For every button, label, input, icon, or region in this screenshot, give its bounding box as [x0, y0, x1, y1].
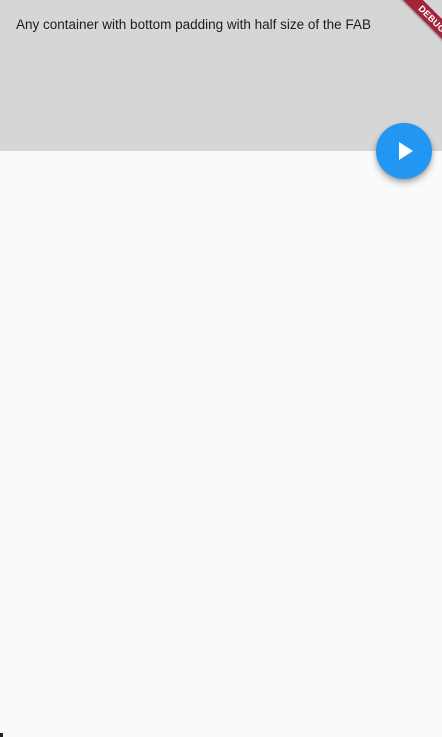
- corner-mark: [0, 733, 3, 737]
- padded-container: Any container with bottom padding with h…: [0, 0, 442, 151]
- play-fab-button[interactable]: [376, 123, 432, 179]
- container-text: Any container with bottom padding with h…: [16, 17, 371, 32]
- app-screen: Any container with bottom padding with h…: [0, 0, 442, 737]
- play-arrow-icon: [392, 139, 416, 163]
